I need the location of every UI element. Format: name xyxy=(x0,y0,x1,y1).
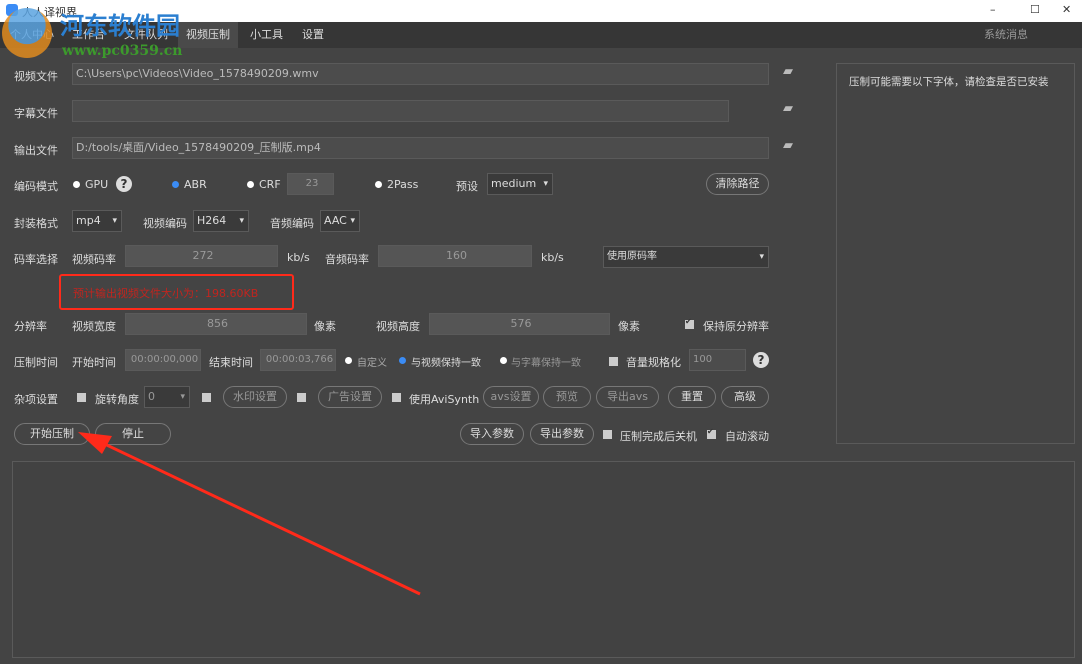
annotation-arrow-icon xyxy=(78,432,421,596)
